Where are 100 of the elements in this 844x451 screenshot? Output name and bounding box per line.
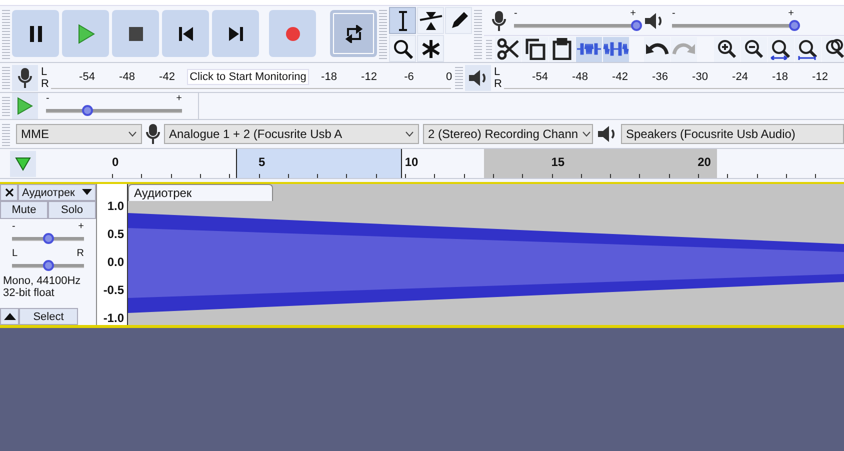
recording-channels-dropdown[interactable]: 2 (Stereo) Recording Chann	[423, 124, 593, 144]
select-tool-button[interactable]	[389, 7, 416, 34]
minus-label: -	[514, 8, 518, 19]
paste-button[interactable]	[549, 36, 575, 62]
meter-scale-label: -30	[691, 71, 709, 83]
trim-audio-icon	[576, 41, 602, 58]
zoom-toggle-button[interactable]	[822, 36, 844, 62]
meter-scale-label: -54	[531, 71, 549, 83]
play-icon	[17, 97, 33, 115]
multi-tool-button[interactable]	[417, 35, 444, 62]
collapse-button[interactable]	[0, 308, 19, 325]
zoom-in-icon	[715, 38, 739, 60]
slider-thumb[interactable]	[43, 260, 54, 271]
scissors-icon	[497, 38, 519, 60]
gain-slider[interactable]: - +	[6, 222, 90, 246]
meter-scale-label: 0	[444, 71, 454, 83]
time-label: 0	[112, 155, 120, 169]
toolbar-grip[interactable]	[2, 95, 10, 117]
toolbar-grip[interactable]	[2, 8, 10, 60]
draw-tool-button[interactable]	[445, 7, 472, 34]
zoom-out-button[interactable]	[741, 36, 767, 62]
recording-volume-slider[interactable]: - +	[508, 8, 642, 33]
slider-thumb[interactable]	[631, 20, 642, 31]
skip-start-button[interactable]	[162, 10, 209, 57]
silence-button[interactable]	[603, 36, 629, 62]
solo-button[interactable]: Solo	[48, 201, 96, 219]
fit-project-button[interactable]	[795, 36, 821, 62]
skip-end-button[interactable]	[212, 10, 259, 57]
plus-label: +	[78, 222, 84, 232]
record-button[interactable]	[269, 10, 316, 57]
slider-thumb[interactable]	[789, 20, 800, 31]
recording-device-dropdown[interactable]: Analogue 1 + 2 (Focusrite Usb A	[164, 124, 419, 144]
time-label: 15	[551, 155, 566, 169]
zoom-toggle-icon	[823, 38, 844, 60]
time-label: 10	[404, 155, 420, 169]
left-channel-label: L	[494, 66, 502, 78]
meter-scale-label: -48	[118, 71, 136, 83]
speaker-icon	[468, 68, 488, 88]
asterisk-icon	[420, 38, 440, 58]
slider-thumb[interactable]	[43, 233, 54, 244]
pause-button[interactable]	[12, 10, 59, 57]
minus-label: -	[46, 94, 50, 104]
close-icon	[4, 188, 14, 197]
recording-meter-button[interactable]	[12, 64, 38, 90]
amplitude-label: 0.0	[107, 256, 124, 269]
fit-selection-button[interactable]	[768, 36, 794, 62]
meter-scale-label: -24	[731, 71, 749, 83]
time-label: 20	[698, 155, 712, 169]
stop-button[interactable]	[112, 10, 159, 57]
right-channel-label: R	[41, 78, 50, 90]
envelope-tool-button[interactable]	[417, 7, 444, 34]
right-label: R	[76, 249, 84, 259]
toolbar-grip[interactable]	[474, 8, 482, 60]
playback-device-dropdown[interactable]: Speakers (Focusrite Usb Audio)	[621, 124, 844, 144]
meter-scale-label: -48	[571, 71, 589, 83]
copy-icon	[524, 38, 546, 60]
toolbar-grip[interactable]	[2, 65, 10, 90]
playback-meter-button[interactable]	[465, 64, 491, 90]
trim-button[interactable]	[576, 36, 602, 62]
audio-clip[interactable]: Аудиотрек	[128, 184, 844, 325]
timeline-ruler[interactable]: 0 5 10 15 20	[84, 149, 844, 178]
plus-label: +	[176, 94, 182, 104]
loop-button[interactable]	[330, 10, 377, 57]
speaker-icon	[597, 124, 617, 144]
envelope-tool-icon	[418, 10, 442, 30]
select-track-button[interactable]: Select	[19, 308, 78, 325]
copy-button[interactable]	[522, 36, 548, 62]
undo-button[interactable]	[644, 36, 670, 62]
audio-host-dropdown[interactable]: MME	[16, 124, 142, 144]
right-channel-label: R	[494, 78, 503, 90]
timeline-options-button[interactable]	[10, 150, 36, 176]
caret-icon	[128, 131, 137, 137]
toolbar-grip[interactable]	[379, 8, 387, 60]
cut-button[interactable]	[495, 36, 521, 62]
plus-label: +	[788, 8, 794, 19]
playback-speed-slider[interactable]: - +	[40, 94, 188, 118]
pan-slider[interactable]: L R	[6, 249, 90, 273]
clip-name: Аудиотрек	[128, 184, 273, 201]
toolbar-grip[interactable]	[455, 65, 463, 90]
minus-label: -	[672, 8, 676, 19]
fit-project-icon	[796, 38, 820, 60]
playback-volume-slider[interactable]: - +	[666, 8, 800, 33]
left-channel-label: L	[41, 66, 48, 78]
play-at-speed-button[interactable]	[12, 93, 38, 119]
plus-label: +	[630, 8, 636, 19]
zoom-tool-button[interactable]	[389, 35, 416, 62]
slider-thumb[interactable]	[82, 105, 93, 116]
monitoring-prompt[interactable]: Click to Start Monitoring	[187, 69, 309, 85]
speaker-icon	[644, 10, 664, 31]
mute-button[interactable]: Mute	[0, 201, 48, 219]
toolbar-grip[interactable]	[486, 38, 492, 60]
meter-scale-label: -42	[158, 71, 176, 83]
meter-scale-label: -42	[611, 71, 629, 83]
recording-meter[interactable]: -54 -48 -42 Click to Start Monitoring -18 -12 -6 0	[51, 66, 451, 89]
track-menu-button[interactable]: Аудиотрек	[18, 184, 96, 201]
minus-label: -	[12, 222, 16, 232]
record-icon	[284, 26, 300, 42]
playback-meter[interactable]: -54 -48 -42 -36 -30 -24 -18 -12	[504, 66, 844, 89]
zoom-in-button[interactable]	[714, 36, 740, 62]
caret-icon	[405, 131, 414, 137]
